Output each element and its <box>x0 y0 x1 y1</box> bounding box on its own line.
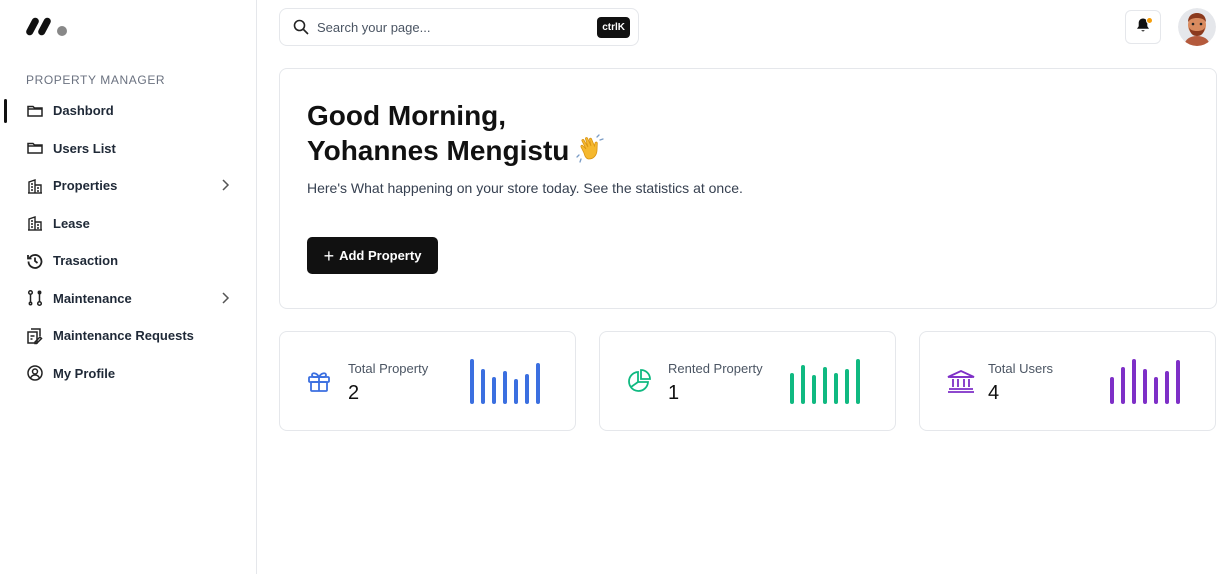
sidebar-nav: Dashbord Users List Properties Lease Tra… <box>0 92 256 392</box>
sidebar-item-label: Properties <box>53 178 118 194</box>
spark-bar <box>856 359 860 404</box>
sparkline-bars <box>1110 359 1180 404</box>
waving-hand-icon <box>575 133 607 165</box>
spark-bar <box>1165 371 1169 404</box>
user-avatar[interactable] <box>1178 8 1216 46</box>
sidebar-item-label: Lease <box>53 215 90 231</box>
sidebar-item-lease[interactable]: Lease <box>0 205 256 243</box>
stat-card-rented-property[interactable]: Rented Property 1 <box>599 331 896 431</box>
welcome-card: Good Morning, Yohannes Mengistu Here's W… <box>279 68 1217 309</box>
user-circle-icon <box>26 364 44 382</box>
stat-card-total-property[interactable]: Total Property 2 <box>279 331 576 431</box>
spark-bar <box>1132 359 1136 404</box>
history-icon <box>26 252 44 270</box>
bank-icon <box>946 368 975 394</box>
building-icon <box>26 214 44 232</box>
spark-bar <box>1121 367 1125 404</box>
sidebar-item-label: My Profile <box>53 365 116 381</box>
search-input[interactable] <box>317 19 577 35</box>
sidebar-section-label: PROPERTY MANAGER <box>26 73 166 87</box>
welcome-subtitle: Here's What happening on your store toda… <box>307 180 743 196</box>
edit-doc-icon <box>26 327 44 345</box>
chevron-right-icon[interactable] <box>218 291 232 305</box>
spark-bar <box>801 365 805 404</box>
spark-bar <box>834 373 838 404</box>
sidebar-item-label: Maintenance Requests <box>53 328 194 344</box>
spark-bar <box>1154 377 1158 404</box>
plus-icon: + <box>323 245 335 266</box>
gift-icon <box>306 368 332 394</box>
app-logo[interactable] <box>26 14 70 38</box>
sidebar-item-transaction[interactable]: Trasaction <box>0 242 256 280</box>
stat-card-total-users[interactable]: Total Users 4 <box>919 331 1216 431</box>
sidebar-item-maintenance-requests[interactable]: Maintenance Requests <box>0 317 256 355</box>
stat-value: 1 <box>668 382 680 404</box>
user-name: Yohannes Mengistu <box>307 135 570 166</box>
sparkline-bars <box>470 359 540 404</box>
sidebar-item-users-list[interactable]: Users List <box>0 130 256 168</box>
notification-dot <box>1146 17 1153 24</box>
notification-button[interactable] <box>1125 10 1161 44</box>
sidebar-item-maintenance[interactable]: Maintenance <box>0 280 256 318</box>
search-bar[interactable]: ctrlK <box>279 8 639 46</box>
spark-bar <box>790 373 794 404</box>
sidebar-item-my-profile[interactable]: My Profile <box>0 355 256 393</box>
spark-bar <box>514 379 518 404</box>
pie-chart-icon <box>626 368 652 394</box>
sidebar: PROPERTY MANAGER Dashbord Users List Pro… <box>0 0 257 574</box>
greeting-line-2: Yohannes Mengistu <box>307 133 607 168</box>
spark-bar <box>470 359 474 404</box>
spark-bar <box>492 377 496 404</box>
folder-icon <box>26 139 44 157</box>
spark-bar <box>536 363 540 404</box>
spark-bar <box>1176 360 1180 404</box>
spark-bar <box>845 369 849 404</box>
spark-bar <box>1110 377 1114 404</box>
spark-bar <box>823 367 827 404</box>
sidebar-item-label: Dashbord <box>53 103 114 119</box>
greeting-line-1: Good Morning, <box>307 100 507 131</box>
folder-icon <box>26 102 44 120</box>
stat-label: Rented Property <box>668 361 763 376</box>
building-icon <box>26 177 44 195</box>
add-property-label: Add Property <box>339 248 422 263</box>
sparkline-bars <box>790 359 860 404</box>
sidebar-item-dashboard[interactable]: Dashbord <box>0 92 256 130</box>
sidebar-item-label: Users List <box>53 140 116 156</box>
sidebar-item-label: Trasaction <box>53 253 119 269</box>
sidebar-item-label: Maintenance <box>53 290 132 306</box>
search-icon <box>292 18 310 36</box>
stat-label: Total Property <box>348 361 429 376</box>
spark-bar <box>481 369 485 404</box>
search-shortcut-badge: ctrlK <box>597 17 630 38</box>
spark-bar <box>503 371 507 404</box>
stat-value: 4 <box>988 382 1000 404</box>
chevron-right-icon[interactable] <box>218 178 232 192</box>
add-property-button[interactable]: + Add Property <box>307 237 438 274</box>
stat-label: Total Users <box>988 361 1054 376</box>
stat-value: 2 <box>348 382 360 404</box>
spark-bar <box>525 374 529 404</box>
sidebar-item-properties[interactable]: Properties <box>0 167 256 205</box>
spark-bar <box>1143 369 1147 404</box>
spark-bar <box>812 375 816 404</box>
greeting-heading: Good Morning, Yohannes Mengistu <box>307 99 607 168</box>
route-icon <box>26 289 44 307</box>
